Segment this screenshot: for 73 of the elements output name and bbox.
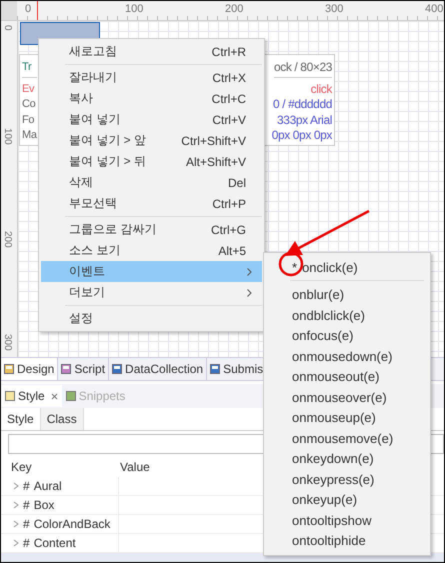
ruler-label: 0 [2,25,13,31]
category-mark: # [23,498,30,512]
close-icon[interactable] [50,392,58,400]
tooltip-value: click [310,82,332,96]
highlight-circle [278,252,304,276]
menu-item[interactable]: onblur(e) [264,284,430,305]
category-name: ColorAndBack [34,517,110,531]
menu-item[interactable]: 더보기 [41,282,262,303]
tab-icon [112,364,122,374]
category-mark: # [23,536,30,550]
menu-item[interactable]: 그룹으로 감싸기 Ctrl+G [41,219,262,240]
expand-icon[interactable] [13,482,19,490]
tooltip-label: Tr [22,61,32,74]
menu-item[interactable]: onkeyup(e) [264,490,430,510]
editor-tab[interactable]: Design [1,358,58,380]
ruler-label: 300 [325,3,344,15]
ruler-label: 300 [2,334,13,351]
tooltip-label: Fo [22,114,34,126]
menu-item[interactable]: onfocus(e) [264,326,430,346]
expand-icon[interactable] [13,520,19,528]
ruler-label: 200 [2,231,13,248]
ruler-label: 100 [125,3,144,15]
menu-item[interactable]: * onclick(e) [264,257,430,278]
menu-item[interactable]: ondblclick(e) [264,305,430,326]
menu-item[interactable]: ontooltipshow [264,510,430,530]
menu-item[interactable]: 설정 [41,308,262,329]
editor-tab[interactable]: Script [58,358,110,380]
menu-item[interactable]: 붙여 넣기 Ctrl+V [41,109,262,130]
tab-icon [4,364,14,374]
tooltip-value: 0px 0px 0px [272,128,332,142]
menu-item[interactable]: 잘라내기 Ctrl+X [41,67,262,88]
tooltip-value: 333px Arial [277,112,332,127]
menu-item[interactable]: 복사 Ctrl+C [41,88,262,109]
category-name: Content [34,536,76,550]
column-header: Key [10,460,33,474]
tab-icon [5,391,15,401]
ruler-corner [1,1,17,20]
category-mark: # [23,517,30,531]
tab-icon [210,364,220,374]
menu-item[interactable]: onkeypress(e) [264,469,430,490]
panel-tab[interactable]: Style [1,385,62,407]
menu-item[interactable]: 소스 보기 Alt+5 [41,240,262,261]
category-name: Aural [34,479,62,493]
tooltip-label: Ev [22,82,34,95]
category-mark: # [23,479,30,493]
menu-item[interactable]: 부모선택 Ctrl+P [41,193,262,214]
tooltip-label: Ma [22,129,37,142]
editor-tab[interactable]: DataCollection [109,358,208,380]
ruler-label: 100 [2,128,13,145]
position-marker [37,1,38,20]
menu-item[interactable]: onmouseup(e) [264,408,430,428]
menu-item[interactable]: 삭제 Del [41,172,262,193]
menu-item[interactable]: onmousemove(e) [264,428,430,448]
menu-item[interactable]: onkeydown(e) [264,448,430,469]
ruler-label: 200 [225,3,244,15]
expand-icon[interactable] [13,501,19,509]
column-header: Value [119,460,151,474]
menu-item[interactable]: 붙여 넣기 > 앞 Ctrl+Shift+V [41,130,262,151]
ruler-label: 0 [25,3,32,15]
expand-icon[interactable] [13,539,19,547]
menu-item[interactable]: 이벤트 [41,261,262,282]
menu-item[interactable]: 붙여 넣기 > 뒤 Alt+Shift+V [41,151,262,172]
ruler-label: 400 [425,3,444,15]
category-name: Box [34,498,54,512]
menu-item[interactable]: onmouseover(e) [264,387,430,408]
tab-icon [66,391,76,401]
tooltip-label: Co [22,98,36,110]
tab-icon [61,364,72,374]
tooltip-value: ock / 80×23 [274,60,332,74]
style-tab[interactable]: Class [40,408,84,430]
menu-item[interactable]: ontooltiphide [264,530,430,551]
tooltip-value: 0 / #dddddd [273,97,332,112]
menu-item[interactable]: 새로고침 Ctrl+R [41,41,262,62]
